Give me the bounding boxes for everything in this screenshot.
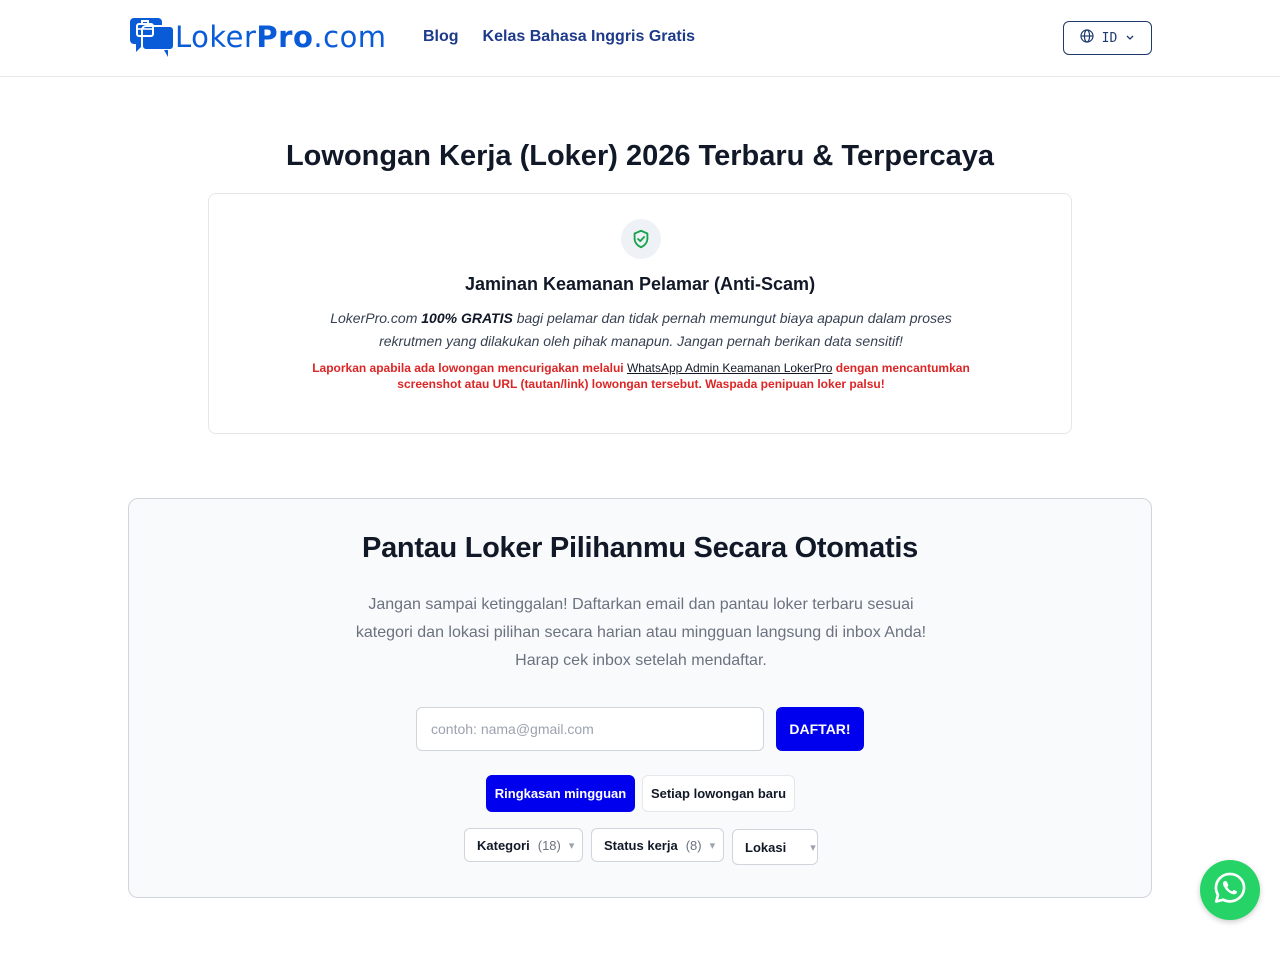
filter-category-count: (18) — [537, 837, 561, 853]
chevron-down-icon — [1125, 31, 1135, 46]
logo-text: LokerPro.com — [175, 19, 387, 54]
safety-desc-free: 100% GRATIS — [421, 310, 513, 326]
shield-check-icon — [621, 219, 661, 259]
safety-warning: Laporkan apabila ada lowongan mencurigak… — [309, 360, 973, 392]
subscribe-description: Jangan sampai ketinggalan! Daftarkan ema… — [355, 596, 927, 669]
globe-icon — [1080, 29, 1094, 47]
page-title: Lowongan Kerja (Loker) 2026 Terbaru & Te… — [285, 140, 995, 172]
filter-category-dropdown[interactable]: Kategori (18) ▾ — [464, 828, 583, 862]
logo-text-domain: .com — [313, 19, 387, 54]
whatsapp-admin-link[interactable]: WhatsApp Admin Keamanan LokerPro — [627, 361, 832, 375]
nav-link-english-class[interactable]: Kelas Bahasa Inggris Gratis — [483, 26, 696, 48]
main-nav: Blog Kelas Bahasa Inggris Gratis — [423, 26, 695, 48]
logo-text-loker: Loker — [175, 19, 257, 54]
briefcase-chat-icon — [128, 16, 176, 58]
subscribe-title: Pantau Loker Pilihanmu Secara Otomatis — [362, 532, 918, 564]
language-switcher[interactable]: ID — [1063, 21, 1152, 55]
filter-location-dropdown[interactable]: Lokasi ▾ — [732, 829, 818, 865]
safety-card: Jaminan Keamanan Pelamar (Anti-Scam) Lok… — [208, 193, 1072, 434]
filter-job-status-label: Status kerja — [604, 837, 678, 853]
frequency-weekly-button[interactable]: Ringkasan mingguan — [486, 775, 635, 812]
nav-link-blog[interactable]: Blog — [423, 26, 459, 48]
whatsapp-icon — [1212, 870, 1248, 911]
subscribe-button[interactable]: DAFTAR! — [776, 707, 864, 751]
chevron-down-icon: ▾ — [568, 839, 575, 852]
subscribe-card: Pantau Loker Pilihanmu Secara Otomatis J… — [128, 498, 1152, 898]
filter-location-label: Lokasi — [745, 839, 787, 855]
chevron-down-icon: ▾ — [810, 841, 816, 854]
site-logo[interactable]: LokerPro.com — [128, 16, 387, 58]
filter-category-label: Kategori — [477, 837, 530, 853]
chevron-down-icon: ▾ — [709, 839, 716, 852]
site-header: LokerPro.com Blog Kelas Bahasa Inggris G… — [0, 0, 1280, 77]
filter-job-status-dropdown[interactable]: Status kerja (8) ▾ — [591, 828, 724, 862]
safety-description: LokerPro.com 100% GRATIS bagi pelamar da… — [309, 307, 973, 353]
frequency-instant-button[interactable]: Setiap lowongan baru — [642, 775, 795, 812]
email-input[interactable] — [416, 707, 764, 751]
safety-title: Jaminan Keamanan Pelamar (Anti-Scam) — [464, 274, 816, 294]
language-code: ID — [1101, 30, 1118, 46]
safety-desc-prefix: LokerPro.com — [330, 310, 422, 326]
whatsapp-float-button[interactable] — [1200, 860, 1260, 920]
logo-text-pro: Pro — [256, 19, 314, 54]
filter-job-status-count: (8) — [685, 837, 702, 853]
safety-warn-prefix: Laporkan apabila ada lowongan mencurigak… — [312, 361, 627, 375]
